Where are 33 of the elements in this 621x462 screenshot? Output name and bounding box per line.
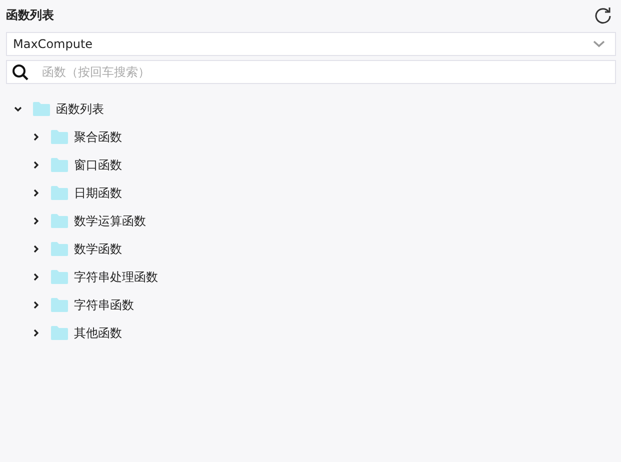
search-field[interactable]: 函数（按回车搜索） [6,60,616,84]
panel-title: 函数列表 [6,6,54,24]
search-icon [12,64,29,81]
tree-item[interactable]: 字符串处理函数 [6,263,616,291]
folder-icon [51,242,68,256]
folder-icon [51,270,68,284]
tree-item[interactable]: 函数列表 [6,95,616,123]
folder-icon [51,158,68,172]
chevron-right-icon [32,245,40,253]
chevron-right-icon [32,217,40,225]
folder-icon [51,130,68,144]
folder-icon [51,298,68,312]
chevron-right-icon [32,329,40,337]
folder-icon [51,326,68,340]
chevron-right-icon [32,189,40,197]
tree-item[interactable]: 其他函数 [6,319,616,347]
chevron-right-icon [32,273,40,281]
chevron-down-icon [593,40,605,48]
tree-item[interactable]: 聚合函数 [6,123,616,151]
chevron-right-icon [32,161,40,169]
tree-item[interactable]: 字符串函数 [6,291,616,319]
source-dropdown[interactable]: MaxCompute [6,32,616,56]
chevron-right-icon [32,301,40,309]
folder-icon [51,186,68,200]
refresh-icon[interactable] [594,6,612,24]
chevron-down-icon [14,105,22,113]
tree-item[interactable]: 数学函数 [6,235,616,263]
tree-item[interactable]: 窗口函数 [6,151,616,179]
tree-item[interactable]: 数学运算函数 [6,207,616,235]
folder-icon [51,214,68,228]
folder-icon [33,102,50,116]
tree-item[interactable]: 日期函数 [6,179,616,207]
chevron-right-icon [32,133,40,141]
